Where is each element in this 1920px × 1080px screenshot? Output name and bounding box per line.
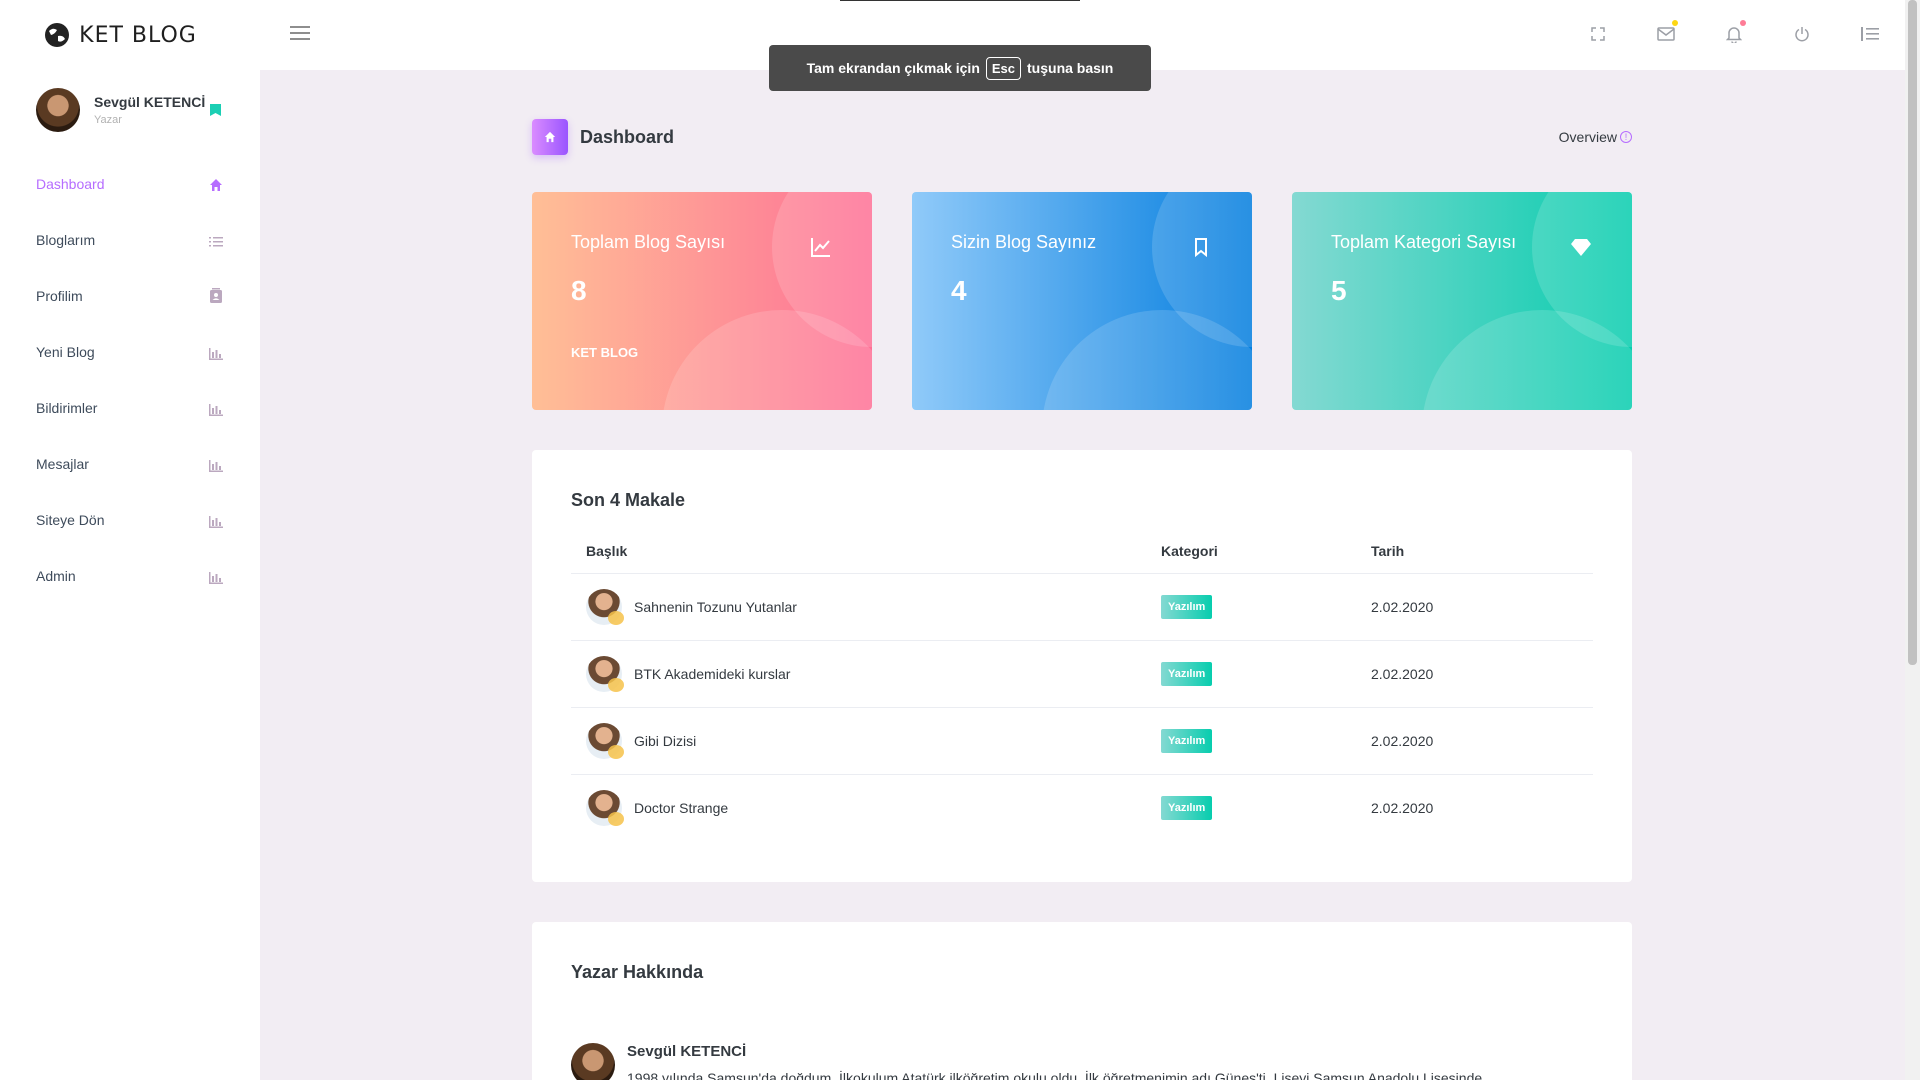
sidebar-item-profilim[interactable]: Profilim xyxy=(0,268,260,324)
category-badge: Yazılım xyxy=(1161,796,1213,821)
column-header: Tarih xyxy=(1356,529,1593,574)
scrollbar-thumb[interactable] xyxy=(1908,0,1917,665)
recent-articles-panel: Son 4 Makale Başlık Kategori Tarih Sahne… xyxy=(532,450,1632,882)
sidebar-item-yeni-blog[interactable]: Yeni Blog xyxy=(0,324,260,380)
sidebar-item-bloglarim[interactable]: Bloglarım xyxy=(0,212,260,268)
article-date: 2.02.2020 xyxy=(1356,707,1593,775)
fullscreen-indicator xyxy=(840,0,1080,1)
sidebar-item-dashboard[interactable]: Dashboard xyxy=(0,156,260,212)
author-bio: 1998 yılında Samsun'da doğdum. İlkokulum… xyxy=(627,1069,1483,1080)
table-row[interactable]: BTK Akademideki kurslar Yazılım 2.02.202… xyxy=(571,640,1593,708)
page-title: Dashboard xyxy=(580,126,675,147)
user-name: Sevgül KETENCİ xyxy=(94,94,206,110)
article-title: Doctor Strange xyxy=(634,800,729,817)
chart-bar-icon xyxy=(208,512,224,528)
table-row[interactable]: Sahnenin Tozunu Yutanlar Yazılım 2.02.20… xyxy=(571,573,1593,641)
bell-notification-dot xyxy=(1740,20,1746,26)
mail-icon[interactable] xyxy=(1656,20,1678,44)
card-value: 8 xyxy=(571,275,587,306)
page-header: Dashboard Overview ! xyxy=(532,118,1632,156)
article-date: 2.02.2020 xyxy=(1356,573,1593,641)
article-title: BTK Akademideki kurslar xyxy=(634,666,791,682)
stat-card-your-blogs: Sizin Blog Sayınız 4 xyxy=(912,192,1252,410)
card-title: Toplam Kategori Sayısı xyxy=(1331,232,1517,252)
list-icon xyxy=(208,232,224,248)
stat-card-total-blogs: Toplam Blog Sayısı 8 KET BLOG xyxy=(532,192,872,410)
home-icon xyxy=(208,176,224,192)
panel-title: Yazar Hakkında xyxy=(571,961,704,982)
article-date: 2.02.2020 xyxy=(1371,800,1434,817)
sidebar-item-label: Bloglarım xyxy=(36,232,96,248)
author-name: Sevgül KETENCİ xyxy=(627,1042,747,1060)
contacts-icon xyxy=(208,288,224,304)
menu-icon[interactable] xyxy=(290,26,310,40)
sidebar-item-label: Siteye Dön xyxy=(36,512,105,528)
globe-logo-icon xyxy=(45,23,70,47)
overview-label: Overview xyxy=(1558,129,1617,145)
sidebar: KET BLOG Sevgül KETENCİ Yazar Dashboard … xyxy=(0,0,260,1080)
column-header: Başlık xyxy=(571,529,1146,574)
sidebar-item-label: Yeni Blog xyxy=(36,344,95,360)
sidebar-item-label: Bildirimler xyxy=(36,400,98,416)
chart-bar-icon xyxy=(208,456,224,472)
brand-name: KET BLOG xyxy=(79,22,197,48)
chart-bar-icon xyxy=(208,344,224,360)
sidebar-item-bildirimler[interactable]: Bildirimler xyxy=(0,380,260,436)
info-icon: ! xyxy=(1620,131,1632,143)
sidebar-item-label: Dashboard xyxy=(36,176,105,192)
home-icon xyxy=(532,119,568,155)
avatar xyxy=(586,723,624,759)
avatar xyxy=(571,1042,615,1080)
avatar xyxy=(586,589,624,625)
stat-card-total-categories: Toplam Kategori Sayısı 5 xyxy=(1292,192,1632,410)
card-title: Toplam Blog Sayısı xyxy=(571,232,726,252)
article-date: 2.02.2020 xyxy=(1356,640,1593,708)
avatar xyxy=(36,88,80,132)
card-value: 4 xyxy=(951,275,967,306)
category-badge: Yazılım xyxy=(1161,729,1213,753)
table-row[interactable]: Doctor Strange Yazılım 2.02.2020 xyxy=(571,775,1593,842)
power-icon[interactable] xyxy=(1792,24,1812,44)
esc-key: Esc xyxy=(985,56,1022,80)
sidebar-item-label: Admin xyxy=(36,568,76,584)
about-author-panel: Yazar Hakkında Sevgül KETENCİ 1998 yılın… xyxy=(532,921,1632,1080)
avatar xyxy=(586,790,624,827)
card-footer: KET BLOG xyxy=(571,345,639,360)
mail-notification-dot xyxy=(1672,20,1678,26)
recent-articles-table: Başlık Kategori Tarih Sahnenin Tozunu Yu… xyxy=(571,529,1593,842)
sidebar-item-label: Profilim xyxy=(36,288,83,304)
panel-title: Son 4 Makale xyxy=(571,490,686,510)
main-content: Dashboard Overview ! Toplam Blog Sayısı … xyxy=(532,118,1632,1080)
column-header: Kategori xyxy=(1146,529,1356,574)
stat-cards: Toplam Blog Sayısı 8 KET BLOG Sizin Blog… xyxy=(532,192,1632,410)
overview-link[interactable]: Overview ! xyxy=(1559,129,1632,145)
sidebar-item-siteye-don[interactable]: Siteye Dön xyxy=(0,492,260,548)
sidebar-item-label: Mesajlar xyxy=(36,456,89,472)
toast-text-after: tuşuna basın xyxy=(1027,60,1114,76)
category-badge: Yazılım xyxy=(1161,595,1213,619)
brand[interactable]: KET BLOG xyxy=(0,0,260,70)
bell-icon[interactable] xyxy=(1724,20,1746,44)
author-info: Sevgül KETENCİ 1998 yılında Samsun'da do… xyxy=(571,1042,1593,1080)
fullscreen-icon[interactable] xyxy=(1588,24,1608,44)
toast-text-before: Tam ekrandan çıkmak için xyxy=(806,60,980,76)
user-role: Yazar xyxy=(94,114,122,126)
card-value: 5 xyxy=(1331,275,1347,306)
sidebar-item-admin[interactable]: Admin xyxy=(0,548,260,604)
format-list-icon[interactable] xyxy=(1860,24,1880,44)
avatar xyxy=(586,656,624,692)
fullscreen-toast: Tam ekrandan çıkmak için Esc tuşuna bası… xyxy=(769,45,1151,91)
user-profile[interactable]: Sevgül KETENCİ Yazar xyxy=(0,70,260,150)
article-title: Gibi Dizisi xyxy=(634,733,697,749)
card-title: Sizin Blog Sayınız xyxy=(951,232,1097,252)
page-scrollbar[interactable] xyxy=(1905,0,1920,1080)
table-row[interactable]: Gibi Dizisi Yazılım 2.02.2020 xyxy=(571,707,1593,775)
article-title: Sahnenin Tozunu Yutanlar xyxy=(634,599,797,615)
sidebar-nav: Dashboard Bloglarım Profilim Yeni Blog B… xyxy=(0,156,260,604)
sidebar-item-mesajlar[interactable]: Mesajlar xyxy=(0,436,260,492)
chart-bar-icon xyxy=(208,400,224,416)
category-badge: Yazılım xyxy=(1161,662,1213,686)
chart-bar-icon xyxy=(208,568,224,584)
